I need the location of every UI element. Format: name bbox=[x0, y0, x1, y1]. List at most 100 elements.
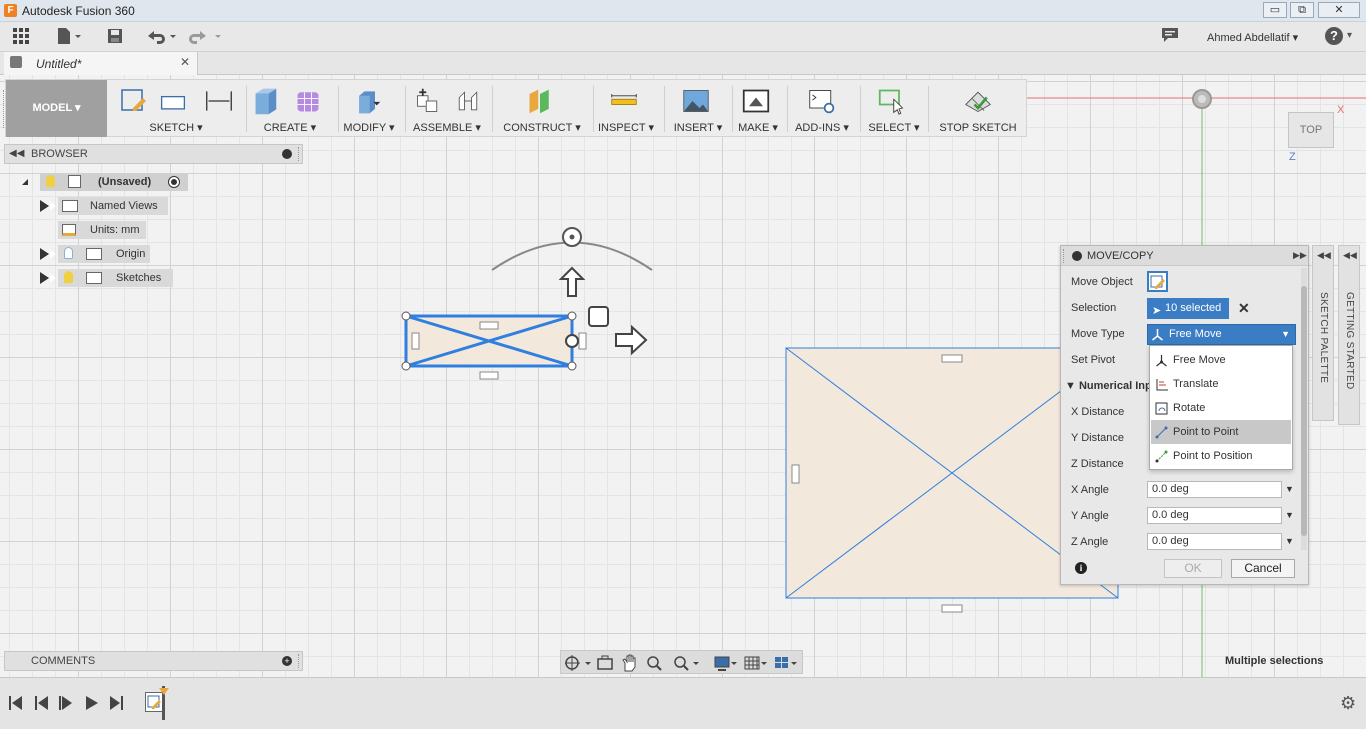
visibility-bulb-icon[interactable] bbox=[46, 175, 55, 187]
browser-node-sketches[interactable]: Sketches bbox=[58, 269, 173, 287]
scrollbar-thumb[interactable] bbox=[1301, 286, 1307, 536]
file-menu-icon[interactable] bbox=[54, 27, 84, 47]
document-tab[interactable]: Untitled* ✕ bbox=[4, 52, 198, 75]
collapse-browser-icon[interactable]: ◀◀ bbox=[9, 148, 24, 159]
x-angle-input[interactable]: 0.0 deg bbox=[1147, 481, 1282, 498]
vertical-constraint-icon-2 bbox=[411, 332, 420, 350]
move-type-label: Move Type bbox=[1071, 328, 1125, 340]
browser-node-units[interactable]: Units: mm bbox=[58, 221, 146, 239]
construct-group[interactable]: CONSTRUCT ▾ bbox=[496, 80, 588, 137]
move-type-select[interactable]: Free Move ▼ bbox=[1147, 324, 1296, 345]
help-chevron-icon[interactable]: ▾ bbox=[1347, 30, 1352, 41]
user-name: Ahmed Abdellatif bbox=[1207, 32, 1290, 44]
rotate-icon bbox=[1155, 402, 1168, 415]
assemble-group[interactable]: ASSEMBLE ▾ bbox=[408, 80, 486, 137]
stop-sketch-icon bbox=[965, 91, 991, 113]
option-point-to-point[interactable]: Point to Point bbox=[1151, 420, 1291, 444]
expand-panel-icon[interactable]: ◀◀ bbox=[1317, 250, 1331, 261]
select-group[interactable]: SELECT ▾ bbox=[864, 80, 924, 137]
numerical-input-section[interactable]: ▼ Numerical Inp bbox=[1065, 380, 1152, 392]
info-icon[interactable]: i bbox=[1075, 562, 1087, 574]
y-angle-dropdown-icon[interactable]: ▼ bbox=[1285, 510, 1294, 520]
close-window-button[interactable]: ✕ bbox=[1318, 2, 1360, 18]
toolbar-separator bbox=[664, 86, 665, 132]
undo-icon[interactable] bbox=[144, 27, 178, 47]
expand-arrow-icon[interactable] bbox=[40, 248, 56, 260]
add-comment-icon[interactable]: + bbox=[282, 656, 292, 666]
browser-minus-icon[interactable] bbox=[282, 149, 292, 159]
user-menu[interactable]: Ahmed Abdellatif ▾ bbox=[1207, 31, 1298, 44]
sketch-group[interactable]: SKETCH ▾ bbox=[111, 80, 241, 137]
document-cube-icon bbox=[10, 56, 22, 68]
browser-node-named-views[interactable]: Named Views bbox=[58, 197, 168, 215]
save-icon[interactable] bbox=[104, 27, 126, 47]
sketch-palette-panel[interactable]: ◀◀ SKETCH PALETTE bbox=[1312, 245, 1334, 421]
visibility-bulb-icon[interactable] bbox=[64, 271, 73, 283]
dialog-collapse-icon[interactable] bbox=[1072, 251, 1082, 261]
timeline-marker-head-icon[interactable] bbox=[159, 688, 169, 695]
selection-count-button[interactable]: ➤ 10 selected bbox=[1147, 298, 1229, 319]
timeline-settings-gear-icon[interactable]: ⚙ bbox=[1340, 693, 1356, 714]
redo-icon[interactable] bbox=[188, 27, 224, 47]
plane-move-handle bbox=[588, 306, 609, 327]
notification-icon[interactable] bbox=[1160, 27, 1180, 47]
z-angle-dropdown-icon[interactable]: ▼ bbox=[1285, 536, 1294, 546]
insert-group[interactable]: INSERT ▾ bbox=[668, 80, 728, 137]
horizontal-constraint-icon bbox=[941, 354, 963, 363]
stop-sketch-button[interactable]: STOP SKETCH bbox=[932, 80, 1024, 137]
minimize-button[interactable]: ▭ bbox=[1263, 2, 1287, 18]
option-rotate[interactable]: Rotate bbox=[1151, 396, 1291, 420]
workspace-switcher-button[interactable]: MODEL ▾ bbox=[6, 80, 107, 137]
getting-started-panel[interactable]: ◀◀ GETTING STARTED bbox=[1338, 245, 1360, 425]
viewcube[interactable]: TOP bbox=[1288, 112, 1334, 148]
expand-arrow-icon[interactable] bbox=[40, 272, 56, 284]
sketch-timeline-item-icon[interactable] bbox=[145, 692, 163, 712]
quick-access-bar: Ahmed Abdellatif ▾ ? ▾ bbox=[0, 22, 1366, 52]
dialog-scrollbar[interactable] bbox=[1301, 268, 1307, 550]
help-icon[interactable]: ? bbox=[1325, 27, 1343, 45]
restore-button[interactable]: ⧉ bbox=[1290, 2, 1314, 18]
expand-arrow-icon[interactable] bbox=[22, 179, 28, 185]
selection-label: Selection bbox=[1071, 302, 1117, 314]
node-label: Units: mm bbox=[90, 224, 140, 236]
close-tab-icon[interactable]: ✕ bbox=[180, 55, 190, 69]
make-group[interactable]: MAKE ▾ bbox=[734, 80, 782, 137]
dialog-grip[interactable] bbox=[1063, 249, 1065, 263]
inspect-group[interactable]: INSPECT ▾ bbox=[596, 80, 656, 137]
sketch-point bbox=[567, 361, 577, 371]
option-translate[interactable]: Translate bbox=[1151, 372, 1291, 396]
z-angle-input[interactable]: 0.0 deg bbox=[1147, 533, 1282, 550]
browser-root-node[interactable]: (Unsaved) bbox=[40, 173, 188, 191]
browser-grip[interactable] bbox=[298, 147, 300, 161]
comments-grip[interactable] bbox=[298, 654, 300, 668]
toolbar-separator bbox=[860, 86, 861, 132]
extrude-box-icon bbox=[255, 88, 277, 115]
visibility-bulb-off-icon[interactable] bbox=[64, 247, 73, 259]
activate-radio-icon[interactable] bbox=[168, 176, 180, 188]
play-icon bbox=[59, 696, 72, 710]
browser-node-origin[interactable]: Origin bbox=[58, 245, 150, 263]
dialog-header[interactable]: MOVE/COPY ▶▶ bbox=[1061, 246, 1308, 266]
ok-button[interactable]: OK bbox=[1164, 559, 1222, 578]
clear-selection-icon[interactable]: ✕ bbox=[1238, 300, 1250, 317]
move-object-sketch-button[interactable] bbox=[1147, 271, 1168, 292]
inspect-menu-label: INSPECT ▾ bbox=[597, 122, 655, 134]
x-angle-dropdown-icon[interactable]: ▼ bbox=[1285, 484, 1294, 494]
data-panel-grid-icon[interactable] bbox=[10, 27, 32, 47]
y-distance-label: Y Distance bbox=[1071, 432, 1124, 444]
cancel-button[interactable]: Cancel bbox=[1231, 559, 1295, 578]
option-label: Free Move bbox=[1173, 354, 1226, 366]
option-free-move[interactable]: Free Move bbox=[1151, 348, 1291, 372]
addins-group[interactable]: ADD-INS ▾ bbox=[790, 80, 854, 137]
create-group[interactable]: CREATE ▾ bbox=[250, 80, 330, 137]
modify-group[interactable]: MODIFY ▾ bbox=[340, 80, 398, 137]
dialog-expand-icon[interactable]: ▶▶ bbox=[1293, 250, 1307, 261]
origin-marker-center bbox=[1198, 95, 1206, 103]
move-right-arrow bbox=[615, 324, 648, 356]
toolbar-grip[interactable] bbox=[3, 90, 5, 128]
expand-arrow-icon[interactable] bbox=[40, 200, 56, 212]
option-point-to-position[interactable]: Point to Position bbox=[1151, 444, 1291, 468]
browser-title: BROWSER bbox=[31, 148, 88, 160]
expand-panel-icon[interactable]: ◀◀ bbox=[1343, 250, 1357, 261]
y-angle-input[interactable]: 0.0 deg bbox=[1147, 507, 1282, 524]
